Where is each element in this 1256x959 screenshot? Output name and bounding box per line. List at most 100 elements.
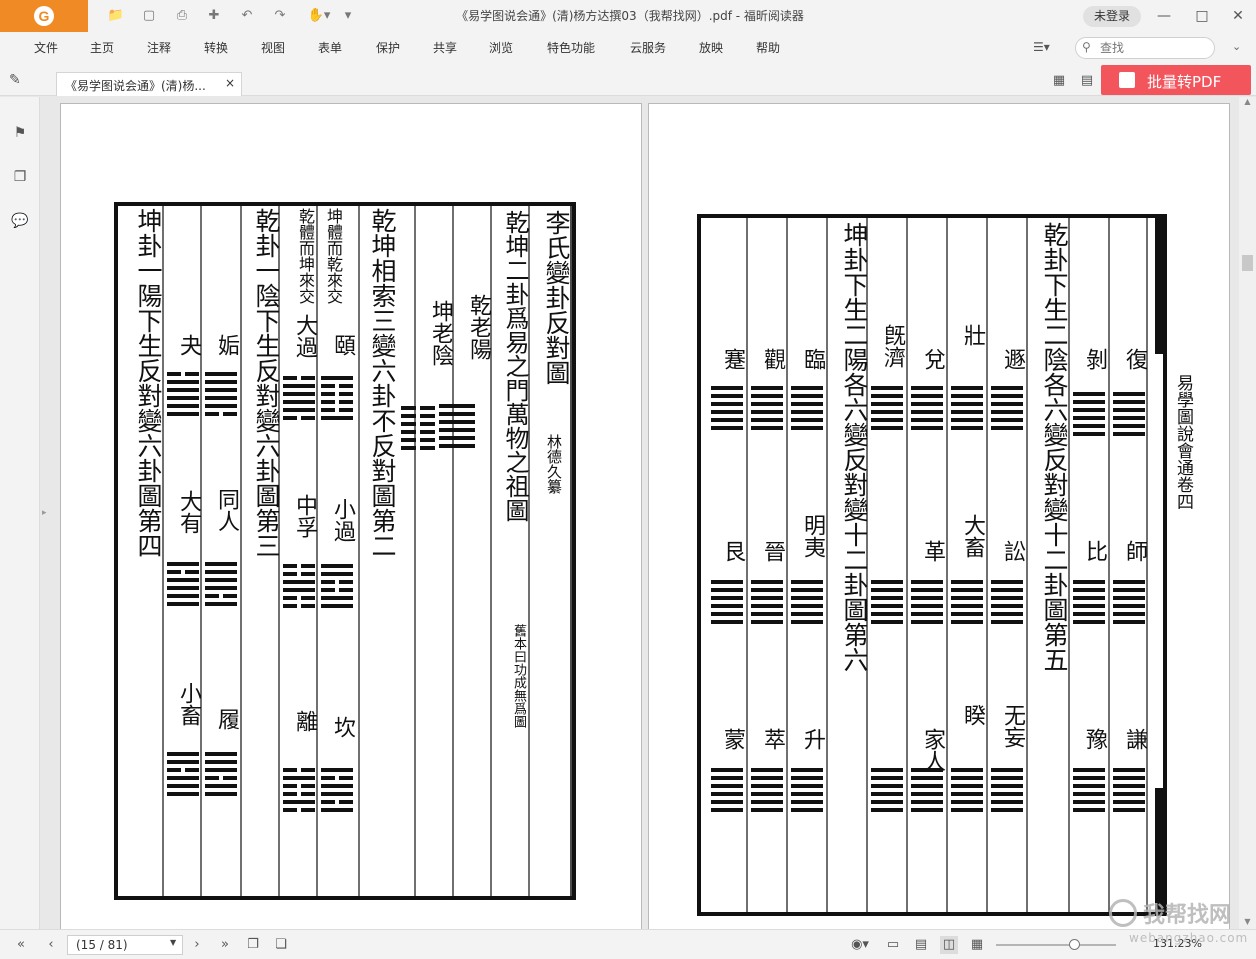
menu-home[interactable]: 主页 [90,32,114,64]
watermark-url: webangzhao.com [1129,931,1249,945]
menu-slideshow[interactable]: 放映 [699,32,723,64]
status-bar: « ‹ (15 / 81) ▼ › » ❐ ❏ ◉▾ ▭ ▤ ◫ ▦ 131.2… [0,929,1256,959]
page-right-frame [697,214,1167,916]
search-input[interactable] [1100,40,1210,56]
bookmark-icon[interactable]: ⚑ [10,125,30,145]
hexagram-label: 艮 [720,540,745,562]
close-tab-icon[interactable]: × [223,76,237,92]
grid-view-icon[interactable]: ▦ [1050,73,1068,91]
menu-features[interactable]: 特色功能 [547,32,595,64]
copy-page-icon[interactable]: ❐ [244,936,262,954]
hand-tool-icon[interactable]: ✋▾ [304,6,334,26]
menu-convert[interactable]: 转换 [204,32,228,64]
hexagram-label: 兌 [920,348,945,370]
customize-icon[interactable]: ▾ [338,6,358,26]
scroll-up-icon[interactable]: ▲ [1242,97,1253,107]
watermark-magnifier-icon [1109,899,1137,927]
eye-view-icon[interactable]: ◉▾ [846,936,874,954]
search-mode-icon[interactable]: ☰▾ [1033,40,1063,56]
left-sidebar: ⚑ ❐ 💬 [0,97,40,929]
hexagram-label: 乾老陽 [466,294,491,360]
menu-bar: 文件 主页 注释 转换 视图 表单 保护 共享 浏览 特色功能 云服务 放映 帮… [0,32,1256,64]
menu-form[interactable]: 表单 [318,32,342,64]
author-column: 林德久纂 [545,434,563,494]
redo-icon[interactable]: ↷ [270,6,290,26]
scrollbar-thumb[interactable] [1242,255,1253,271]
undo-icon[interactable]: ↶ [237,6,257,26]
hexagram-label: 升 [800,728,825,750]
batch-convert-pdf-button[interactable]: 批量转PDF [1101,65,1251,95]
hexagram-label: 謙 [1122,728,1147,750]
note-column: 舊本曰功成無爲圖 [511,624,526,728]
hexagram-label: 小畜 [176,682,201,726]
menu-browse[interactable]: 浏览 [489,32,513,64]
heading-column: 乾坤二卦爲易之門萬物之祖圖 [501,210,529,522]
single-page-icon[interactable]: ▭ [884,936,902,954]
two-page-continuous-icon[interactable]: ▦ [968,936,986,954]
page-number-select[interactable]: (15 / 81) ▼ [67,935,183,955]
pdf-page-left: 李氏變卦反對圖 林德久纂 乾坤二卦爲易之門萬物之祖圖 舊本曰功成無爲圖 乾老陽 … [60,103,642,929]
window-title: 《易学图说会通》(清)杨方达撰03（我帮找网）.pdf - 福昕阅读器 [456,9,804,23]
document-tab[interactable]: 《易学图说会通》(清)杨... × [56,72,242,96]
batch-convert-label: 批量转PDF [1147,73,1222,91]
last-page-icon[interactable]: » [216,936,234,954]
reflow-icon[interactable]: ▤ [1078,73,1096,91]
note-column: 乾體而坤來交 [296,208,315,304]
zoom-slider[interactable] [996,944,1116,946]
app-logo[interactable]: G [0,0,88,32]
zoom-slider-thumb[interactable] [1069,939,1080,950]
menu-cloud[interactable]: 云服务 [630,32,666,64]
hexagram-label: 大畜 [960,514,985,558]
search-box[interactable]: ⚲ [1075,37,1215,59]
hexagram-label: 姤 [214,334,239,356]
save-icon[interactable]: ▢ [139,6,159,26]
hexagram-label: 坤老陰 [428,300,453,366]
hexagram-label: 坎 [330,716,355,738]
vertical-scrollbar[interactable]: ▲ ▼ [1239,97,1256,929]
menu-comment[interactable]: 注释 [147,32,171,64]
continuous-page-icon[interactable]: ▤ [912,936,930,954]
close-window-icon[interactable]: ✕ [1226,4,1250,28]
login-button[interactable]: 未登录 [1083,6,1141,27]
menu-view[interactable]: 视图 [261,32,285,64]
new-doc-icon[interactable]: ✚ [204,6,224,26]
sidebar-expand-icon[interactable]: ▸ [42,508,50,522]
pages-icon[interactable]: ❐ [10,169,30,189]
hexagram-label: 訟 [1000,540,1025,562]
menu-protect[interactable]: 保护 [376,32,400,64]
heading-column: 坤卦下生二陽各六變反對變十二卦圖第六 [840,222,869,672]
hexagram-label: 履 [214,708,239,730]
pdf-file-icon [1119,72,1135,88]
heading-column: 坤卦一陽下生反對變六卦圖第四 [134,208,163,558]
first-page-icon[interactable]: « [12,936,30,954]
menu-help[interactable]: 帮助 [756,32,780,64]
hexagram-label: 萃 [760,728,785,750]
folder-icon[interactable]: 📁 [106,6,126,26]
next-page-icon[interactable]: › [188,936,206,954]
page-number-value: (15 / 81) [76,938,128,952]
two-page-icon[interactable]: ◫ [940,936,958,954]
chevron-down-icon: ▼ [170,938,177,947]
note-column: 坤體而乾來交 [324,208,343,304]
hexagram-label: 晉 [760,540,785,562]
chevron-down-icon[interactable]: ⌄ [1232,40,1246,56]
hexagram-label: 臨 [800,348,825,370]
tab-bar: ✎ 《易学图说会通》(清)杨... × ▦ ▤ [0,64,1256,96]
print-icon[interactable]: ⎙ [172,6,192,26]
menu-file[interactable]: 文件 [34,32,58,64]
watermark: 我帮找网 webangzhao.com [1105,895,1253,955]
previous-page-icon[interactable]: ‹ [42,936,60,954]
comments-icon[interactable]: 💬 [10,213,30,233]
maximize-icon[interactable]: □ [1190,4,1214,28]
hexagram-label: 旣濟 [880,324,905,368]
copy-page-disabled-icon[interactable]: ❏ [272,936,290,954]
pencil-icon[interactable]: ✎ [9,72,27,90]
hexagram-label: 无妄 [1000,704,1025,748]
hexagram-label: 夬 [176,334,201,356]
document-view[interactable]: 李氏變卦反對圖 林德久纂 乾坤二卦爲易之門萬物之祖圖 舊本曰功成無爲圖 乾老陽 … [50,97,1238,929]
hexagram-label: 壯 [960,324,985,346]
minimize-icon[interactable]: — [1152,4,1176,28]
menu-share[interactable]: 共享 [433,32,457,64]
title-bar: G 📁 ▢ ⎙ ✚ ↶ ↷ ✋▾ ▾ 《易学图说会通》(清)杨方达撰03（我帮找… [0,0,1256,32]
hexagram-label: 小過 [330,498,355,542]
